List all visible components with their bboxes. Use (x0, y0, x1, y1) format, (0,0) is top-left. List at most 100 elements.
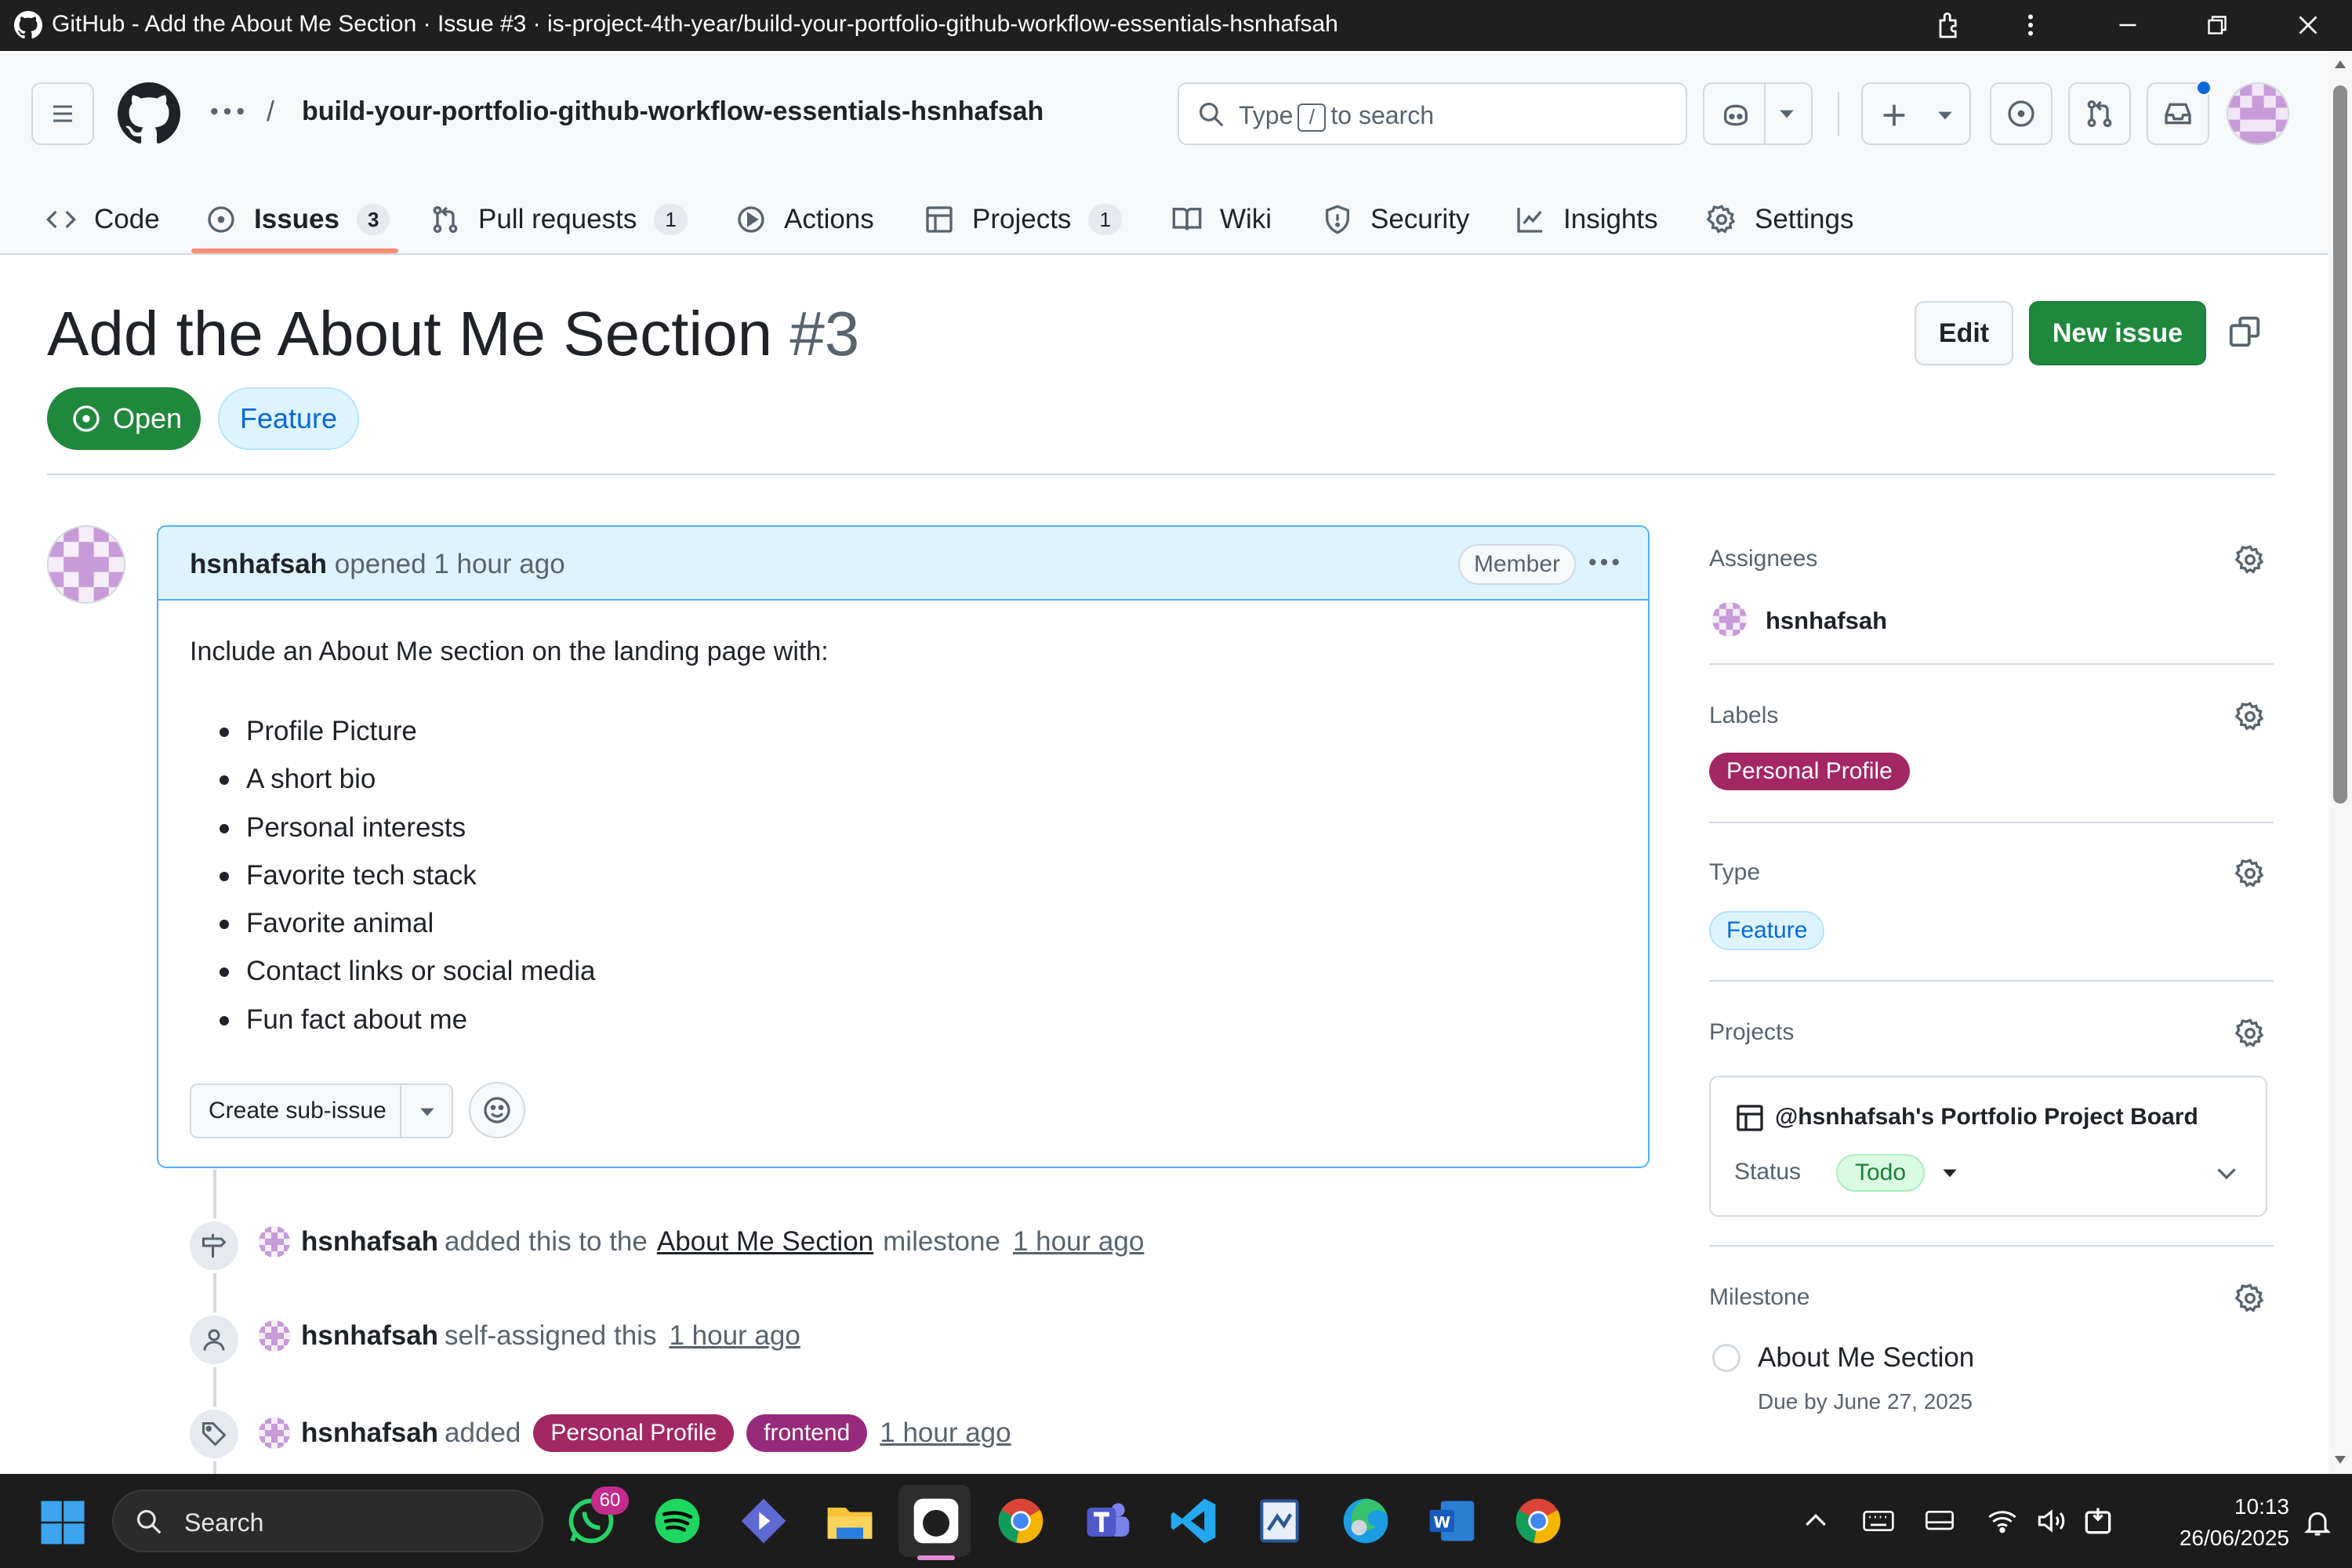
timeline-event-milestone: hsnhafsah added this to the About Me Sec… (259, 1226, 1150, 1258)
tab-insights-label: Insights (1563, 204, 1658, 234)
project-board-link[interactable]: @hsnhafsah's Portfolio Project Board (1775, 1104, 2198, 1131)
create-new-button[interactable] (1861, 82, 1971, 145)
extensions-icon[interactable] (1935, 9, 1968, 42)
minimize-icon[interactable] (2114, 11, 2142, 39)
timeline-user-link[interactable]: hsnhafsah (301, 1417, 438, 1449)
gear-icon[interactable] (2234, 858, 2266, 889)
new-issue-button[interactable]: New issue (2029, 301, 2206, 365)
spotify-icon[interactable] (651, 1494, 704, 1548)
linear-app-icon[interactable] (737, 1494, 790, 1548)
label-personal-profile[interactable]: Personal Profile (1709, 753, 1910, 790)
timeline-timestamp[interactable]: 1 hour ago (669, 1320, 800, 1352)
edit-button[interactable]: Edit (1915, 301, 2013, 365)
menu-button[interactable] (31, 82, 94, 145)
issue-title: Add the About Me Section #3 (47, 298, 859, 370)
tab-code[interactable]: Code (45, 184, 160, 255)
status-dropdown-icon[interactable] (1940, 1165, 1960, 1181)
issues-button[interactable] (1990, 82, 2053, 145)
search-icon (134, 1507, 164, 1537)
user-avatar[interactable] (2227, 82, 2289, 145)
gear-icon[interactable] (2234, 1283, 2266, 1314)
timeline-timestamp[interactable]: 1 hour ago (880, 1417, 1011, 1449)
smiley-icon (481, 1094, 513, 1126)
assignee-link[interactable]: hsnhafsah (1766, 607, 1887, 635)
label-frontend[interactable]: frontend (746, 1414, 868, 1452)
edge-icon[interactable] (1339, 1494, 1392, 1548)
page-scrollbar[interactable] (2328, 51, 2352, 1474)
timeline-user-link[interactable]: hsnhafsah (301, 1226, 438, 1258)
chrome-icon[interactable] (994, 1494, 1047, 1548)
teams-icon[interactable] (1080, 1494, 1134, 1548)
copilot-button[interactable] (1703, 82, 1813, 145)
volume-icon[interactable] (2035, 1505, 2070, 1537)
timeline-text: added this to the (445, 1226, 648, 1257)
avatar[interactable] (259, 1226, 290, 1258)
taskbar-search[interactable]: Search (112, 1490, 543, 1552)
author-avatar[interactable] (47, 525, 125, 604)
tab-pull-requests[interactable]: Pull requests 1 (430, 184, 688, 255)
milestone-due-date: Due by June 27, 2025 (1758, 1389, 1973, 1414)
breadcrumb-owner-overflow-icon[interactable] (208, 100, 247, 123)
milestone-link[interactable]: About Me Section (1758, 1342, 1974, 1374)
tab-insights[interactable]: Insights (1515, 184, 1658, 255)
chevron-down-icon[interactable] (2212, 1159, 2241, 1187)
repo-name-link[interactable]: build-your-portfolio-github-workflow-ess… (302, 96, 1044, 127)
list-item: A short bio (213, 755, 595, 803)
wifi-icon[interactable] (1987, 1505, 2018, 1537)
comment-timestamp[interactable]: 1 hour ago (434, 549, 564, 579)
scroll-up-icon[interactable] (2334, 59, 2347, 70)
tab-settings[interactable]: Settings (1706, 184, 1853, 255)
taskbar-clock[interactable]: 10:13 26/06/2025 (2148, 1491, 2289, 1554)
type-feature-badge[interactable]: Feature (1709, 911, 1825, 950)
gear-icon[interactable] (2234, 701, 2266, 732)
display-icon[interactable] (1922, 1505, 1957, 1537)
create-sub-issue-button[interactable]: Create sub-issue (190, 1083, 453, 1138)
copy-link-icon[interactable] (2227, 314, 2263, 350)
milestone-link[interactable]: About Me Section (657, 1226, 873, 1258)
tab-security[interactable]: Security (1322, 184, 1469, 255)
comment-header: hsnhafsah opened 1 hour ago Member (158, 527, 1648, 601)
file-explorer-icon[interactable] (823, 1494, 877, 1548)
assignees-heading: Assignees (1709, 546, 1818, 572)
restore-icon[interactable] (2203, 11, 2231, 39)
avatar[interactable] (1712, 602, 1747, 637)
add-reaction-button[interactable] (469, 1082, 525, 1138)
word-icon[interactable]: W (1425, 1494, 1479, 1548)
more-options-icon[interactable] (2016, 11, 2045, 39)
label-personal-profile[interactable]: Personal Profile (533, 1414, 735, 1452)
timeline-timestamp[interactable]: 1 hour ago (1013, 1226, 1144, 1258)
tab-wiki[interactable]: Wiki (1171, 184, 1272, 255)
battery-icon[interactable] (2081, 1504, 2115, 1538)
search-input[interactable]: Type / to search (1178, 82, 1687, 145)
pull-requests-button[interactable] (2068, 82, 2131, 145)
member-badge: Member (1458, 544, 1577, 585)
chevron-up-icon[interactable] (1800, 1505, 1831, 1537)
chevron-down-icon[interactable] (417, 1104, 437, 1120)
notifications-icon[interactable] (2302, 1507, 2333, 1538)
project-status-value[interactable]: Todo (1836, 1154, 1926, 1192)
chrome-profile-icon[interactable] (1512, 1494, 1565, 1548)
issue-state-badge: Open (47, 387, 201, 450)
clock-date: 26/06/2025 (2179, 1526, 2289, 1550)
tab-code-label: Code (94, 204, 160, 234)
close-icon[interactable] (2294, 11, 2322, 39)
issue-type-badge[interactable]: Feature (218, 387, 359, 450)
scrollbar-thumb[interactable] (2333, 85, 2347, 804)
tab-issues[interactable]: Issues 3 (205, 184, 390, 255)
avatar[interactable] (259, 1417, 290, 1449)
drawing-app-icon[interactable] (1253, 1494, 1306, 1548)
keyboard-icon[interactable] (1861, 1505, 1896, 1537)
github-desktop-icon[interactable] (909, 1494, 963, 1548)
scroll-down-icon[interactable] (2334, 1454, 2347, 1465)
github-logo-icon[interactable] (118, 82, 180, 145)
gear-icon[interactable] (2234, 544, 2266, 575)
tab-projects[interactable]: Projects 1 (924, 184, 1122, 255)
comment-author-link[interactable]: hsnhafsah (190, 549, 327, 579)
vscode-icon[interactable] (1167, 1494, 1220, 1548)
windows-start-icon[interactable] (39, 1499, 86, 1546)
avatar[interactable] (259, 1320, 290, 1352)
kebab-horizontal-icon[interactable] (1587, 550, 1621, 574)
gear-icon[interactable] (2234, 1018, 2266, 1049)
timeline-user-link[interactable]: hsnhafsah (301, 1320, 438, 1352)
tab-actions[interactable]: Actions (735, 184, 874, 255)
